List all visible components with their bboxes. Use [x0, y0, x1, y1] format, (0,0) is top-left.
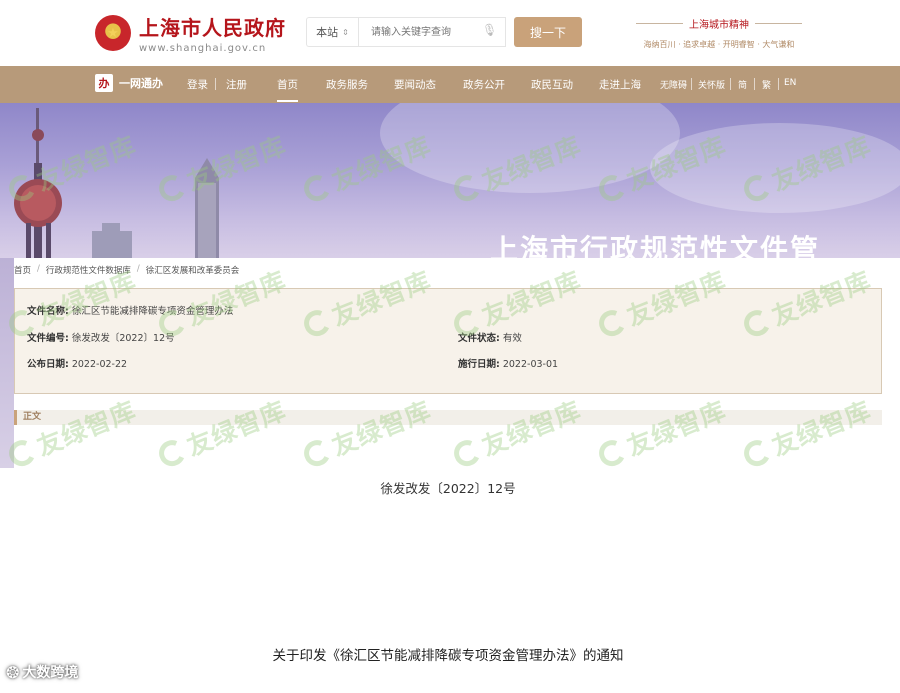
nav-item-home[interactable]: 首页 — [277, 77, 298, 102]
wechat-logo-icon: ❂ — [6, 662, 20, 682]
nav-item-interaction[interactable]: 政民互动 — [531, 77, 573, 92]
meta-name-row: 文件名称: 徐汇区节能减排降碳专项资金管理办法 — [27, 306, 234, 317]
logo-domain: www.shanghai.gov.cn — [139, 43, 267, 54]
nav-divider — [215, 78, 216, 90]
nav-item-about-shanghai[interactable]: 走进上海 — [599, 77, 641, 92]
register-link[interactable]: 注册 — [226, 77, 247, 92]
breadcrumb-department[interactable]: 徐汇区发展和改革委员会 — [146, 264, 240, 276]
document-name: 徐汇区节能减排降碳专项资金管理办法 — [71, 306, 234, 317]
meta-number-row: 文件编号: 徐发改发〔2022〕12号 — [27, 333, 175, 344]
microphone-icon[interactable]: 🎙 — [482, 23, 497, 37]
spirit-title: 上海城市精神 — [636, 16, 802, 31]
search-scope-select[interactable]: 本站 ⇕ — [306, 17, 358, 47]
ywtb-link[interactable]: 办 一网通办 — [95, 74, 163, 92]
document-card: 首页 / 行政规范性文件数据库 / 徐汇区发展和改革委员会 文件名称: 徐汇区节… — [14, 258, 884, 693]
search-button[interactable]: 搜一下 — [514, 17, 582, 47]
hero-banner: 上海市行政规范性文件管 — [0, 103, 900, 258]
page: ★ 上海市人民政府 www.shanghai.gov.cn 本站 ⇕ 🎙 搜一下… — [0, 0, 900, 693]
document-metadata: 文件名称: 徐汇区节能减排降碳专项资金管理办法 文件编号: 徐发改发〔2022〕… — [14, 288, 882, 394]
document-status: 有效 — [502, 333, 522, 344]
login-link[interactable]: 登录 — [187, 77, 208, 92]
notice-title: 关于印发《徐汇区节能减排降碳专项资金管理办法》的通知 — [272, 648, 624, 664]
meta-publish-row: 公布日期: 2022-02-22 — [27, 359, 128, 370]
nav-item-news[interactable]: 要闻动态 — [394, 77, 436, 92]
breadcrumb-database[interactable]: 行政规范性文件数据库 — [46, 264, 131, 276]
spirit-motto: 海纳百川 · 追求卓越 · 开明睿智 · 大气谦和 — [643, 40, 795, 49]
city-spirit: 上海城市精神 海纳百川 · 追求卓越 · 开明睿智 · 大气谦和 — [636, 16, 802, 50]
skyline-illustration — [14, 108, 219, 258]
updown-arrow-icon: ⇕ — [342, 27, 349, 37]
effective-date: 2022-03-01 — [502, 359, 559, 370]
meta-status-row: 文件状态: 有效 — [458, 333, 522, 344]
site-logo[interactable]: ★ 上海市人民政府 www.shanghai.gov.cn — [95, 12, 286, 54]
meta-effective-row: 施行日期: 2022-03-01 — [458, 359, 559, 370]
breadcrumb-home[interactable]: 首页 — [14, 264, 31, 276]
corner-watermark: ❂ 大数跨境 — [6, 662, 79, 682]
national-emblem-icon: ★ — [95, 15, 131, 51]
ywtb-icon: 办 — [95, 74, 113, 92]
care-mode-link[interactable]: 关怀版 — [698, 78, 725, 91]
nav-item-disclosure[interactable]: 政务公开 — [463, 77, 505, 92]
publish-date: 2022-02-22 — [71, 359, 128, 370]
english-link[interactable]: EN — [784, 78, 796, 88]
simplified-chinese-link[interactable]: 简 — [738, 78, 747, 91]
site-header: ★ 上海市人民政府 www.shanghai.gov.cn 本站 ⇕ 🎙 搜一下… — [0, 0, 900, 66]
search-bar: 本站 ⇕ 🎙 搜一下 — [306, 17, 582, 47]
ywtb-label: 一网通办 — [119, 77, 163, 90]
nav-item-services[interactable]: 政务服务 — [326, 77, 368, 92]
traditional-chinese-link[interactable]: 繁 — [762, 78, 771, 91]
body-section-header: 正文 — [14, 410, 882, 425]
accessibility-link[interactable]: 无障碍 — [660, 78, 687, 91]
main-nav: 办 一网通办 登录 注册 首页 政务服务 要闻动态 政务公开 政民互动 走进上海… — [0, 66, 900, 103]
banner-title: 上海市行政规范性文件管 — [490, 233, 821, 258]
breadcrumb: 首页 / 行政规范性文件数据库 / 徐汇区发展和改革委员会 — [14, 264, 240, 276]
document-number: 徐发改发〔2022〕12号 — [71, 333, 175, 344]
search-scope-label: 本站 — [316, 26, 339, 39]
doc-number-heading: 徐发改发〔2022〕12号 — [380, 481, 516, 496]
logo-title: 上海市人民政府 — [139, 16, 286, 40]
